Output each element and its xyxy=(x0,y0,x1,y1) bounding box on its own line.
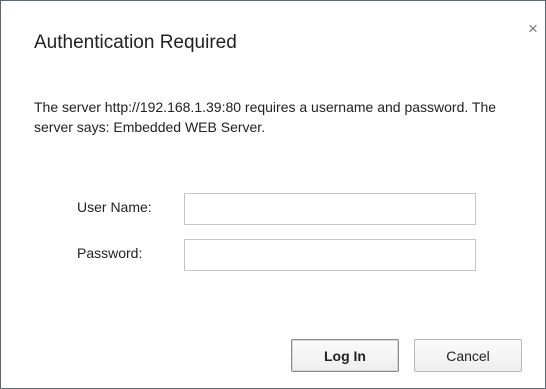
auth-dialog: Authentication Required × The server htt… xyxy=(0,0,546,389)
auth-message: The server http://192.168.1.39:80 requir… xyxy=(34,99,497,135)
cancel-button[interactable]: Cancel xyxy=(414,339,522,372)
dialog-title: Authentication Required xyxy=(34,32,237,53)
username-label: User Name: xyxy=(77,199,152,215)
close-icon[interactable]: × xyxy=(525,20,541,37)
password-input[interactable] xyxy=(184,239,476,271)
password-label: Password: xyxy=(77,245,143,261)
login-button[interactable]: Log In xyxy=(291,339,399,372)
username-input[interactable] xyxy=(184,193,476,225)
